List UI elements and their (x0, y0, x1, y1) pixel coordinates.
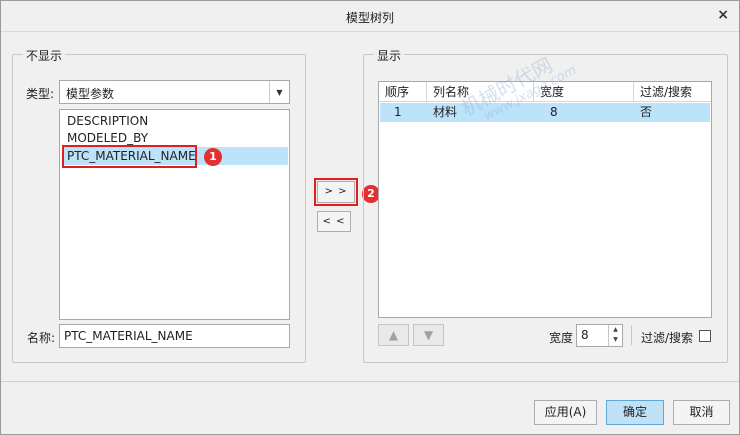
displayed-columns-table[interactable]: 顺序 列名称 宽度 过滤/搜索 1 材料 8 否 (378, 81, 712, 318)
model-tree-columns-dialog: 模型树列 × 不显示 类型: 模型参数 ▼ DESCRIPTION MODELE… (0, 0, 740, 435)
stepper-arrows-icon[interactable]: ▲ ▼ (608, 325, 622, 346)
available-items-list[interactable]: DESCRIPTION MODELED_BY PTC_MATERIAL_NAME (59, 109, 290, 320)
arrow-down-icon: ▼ (423, 328, 434, 342)
filter-search-checkbox[interactable] (699, 330, 711, 342)
cancel-button[interactable]: 取消 (673, 400, 730, 425)
name-field[interactable]: PTC_MATERIAL_NAME (59, 324, 290, 348)
not-displayed-group-label: 不显示 (23, 47, 66, 64)
type-label: 类型: (26, 87, 55, 101)
highlight-box-1 (62, 145, 197, 168)
title-bar: 模型树列 × (1, 1, 739, 32)
column-header-name[interactable]: 列名称 (427, 82, 534, 102)
marker-1-badge: 1 (204, 148, 222, 166)
displayed-group-label: 显示 (374, 47, 405, 64)
width-label: 宽度 (549, 331, 574, 345)
filter-search-label: 过滤/搜索 (641, 331, 694, 345)
cell-name: 材料 (433, 105, 458, 119)
column-header-filter[interactable]: 过滤/搜索 (634, 82, 711, 102)
width-stepper[interactable]: 8 ▲ ▼ (576, 324, 623, 347)
move-up-button[interactable]: ▲ (378, 324, 409, 346)
name-label: 名称: (27, 331, 56, 345)
move-down-button[interactable]: ▼ (413, 324, 444, 346)
type-select[interactable]: 模型参数 ▼ (59, 80, 290, 104)
width-stepper-value: 8 (581, 328, 589, 342)
ok-button[interactable]: 确定 (606, 400, 664, 425)
highlight-box-2 (314, 178, 358, 206)
dialog-title: 模型树列 (345, 11, 394, 25)
cell-order: 1 (394, 105, 402, 119)
footer-divider (1, 381, 739, 382)
apply-button[interactable]: 应用(A) (534, 400, 597, 425)
divider (631, 325, 632, 345)
chevron-down-icon[interactable]: ▼ (269, 81, 289, 103)
column-header-order[interactable]: 顺序 (379, 82, 427, 102)
list-item[interactable]: DESCRIPTION (62, 112, 288, 130)
close-icon[interactable]: × (717, 7, 729, 23)
type-select-value: 模型参数 (66, 87, 115, 101)
arrow-up-icon: ▲ (388, 328, 399, 342)
remove-column-button[interactable]: < < (317, 211, 351, 232)
cell-width: 8 (550, 105, 558, 119)
column-header-width[interactable]: 宽度 (534, 82, 634, 102)
table-row[interactable]: 1 材料 8 否 (380, 103, 710, 122)
cell-filter: 否 (640, 105, 653, 119)
